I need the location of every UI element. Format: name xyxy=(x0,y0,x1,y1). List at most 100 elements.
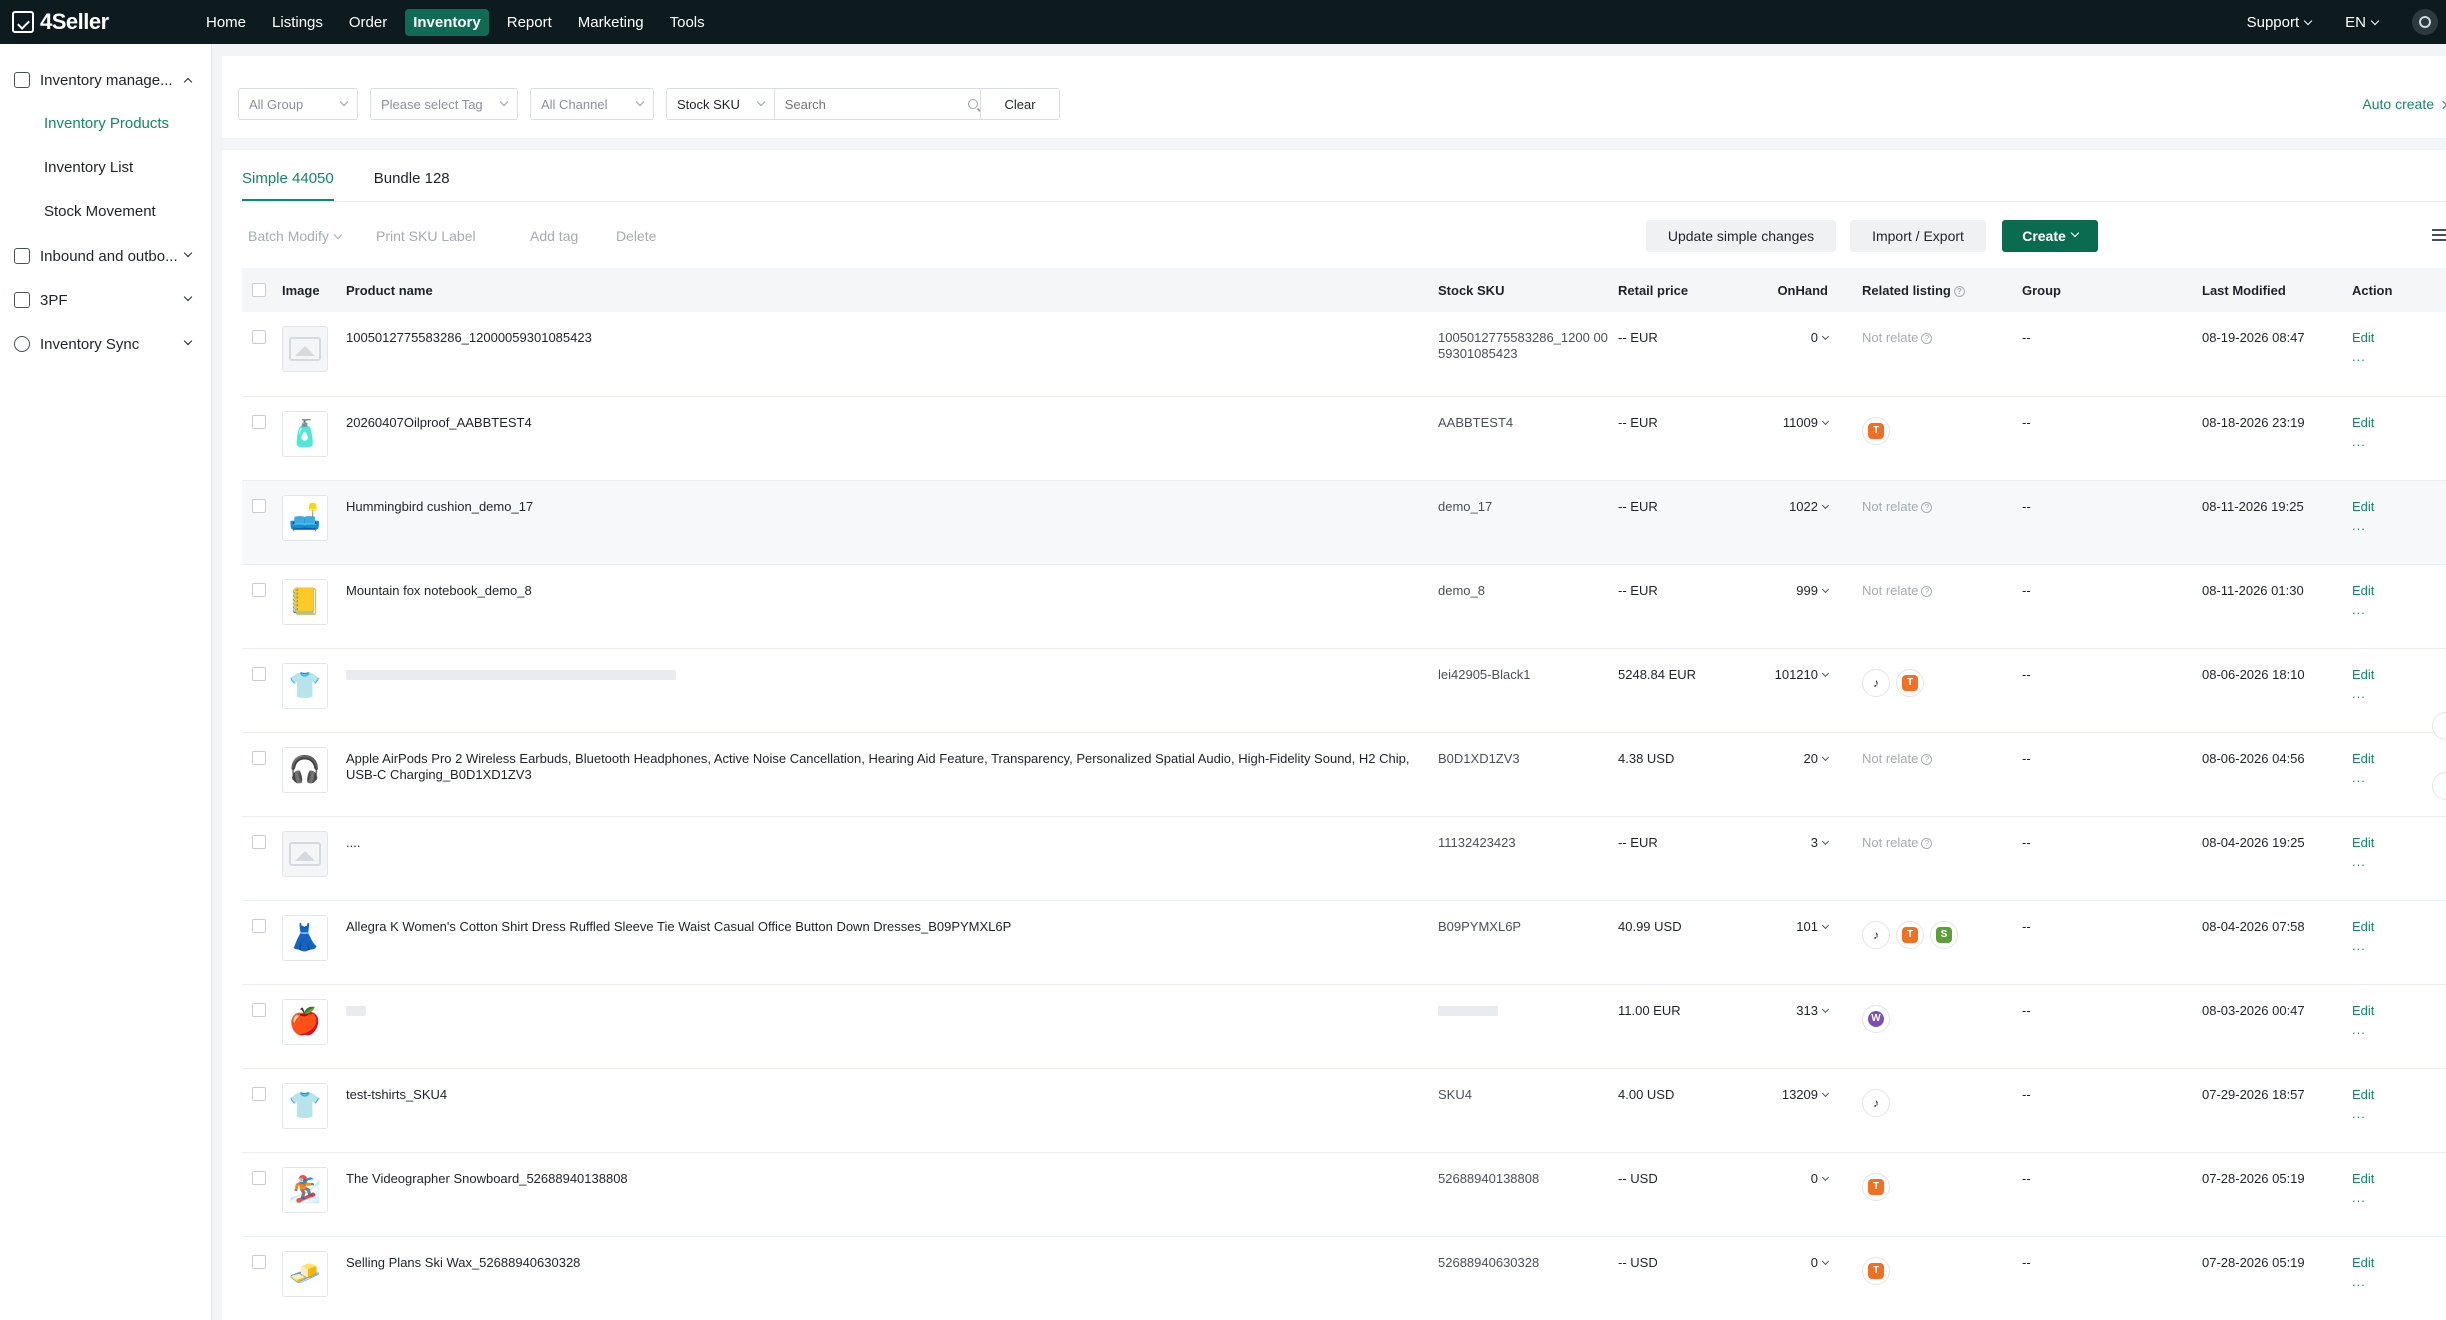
more-actions-button[interactable]: ... xyxy=(2352,518,2442,533)
more-actions-button[interactable]: ... xyxy=(2352,1190,2442,1205)
row-checkbox[interactable] xyxy=(252,666,266,681)
onhand-cell[interactable]: 101210 xyxy=(1750,648,1858,733)
row-checkbox[interactable] xyxy=(252,330,266,344)
channel-select[interactable]: All Channel xyxy=(530,88,654,120)
more-actions-button[interactable]: ... xyxy=(2352,686,2442,701)
product-name[interactable]: The Videographer Snowboard_5268894013880… xyxy=(346,1171,628,1186)
sidebar-group-inventory-management[interactable]: Inventory manage... xyxy=(0,58,211,102)
sidebar-group-inbound-outbound[interactable]: Inbound and outbo... xyxy=(0,234,211,278)
more-actions-button[interactable]: ... xyxy=(2352,854,2442,869)
app-logo[interactable]: 4Seller xyxy=(12,9,162,35)
tab-bundle[interactable]: Bundle 128 xyxy=(374,150,450,201)
edit-link[interactable]: Edit xyxy=(2352,919,2374,934)
product-name[interactable]: Apple AirPods Pro 2 Wireless Earbuds, Bl… xyxy=(346,751,1409,782)
stock-sku[interactable]: SKU4 xyxy=(1438,1087,1472,1102)
temu-channel-icon[interactable]: T xyxy=(1896,668,1924,697)
row-checkbox[interactable] xyxy=(252,1170,266,1185)
row-checkbox[interactable] xyxy=(252,750,266,765)
sidebar-item-inventory-list[interactable]: Inventory List xyxy=(0,146,211,190)
more-actions-button[interactable]: ... xyxy=(2352,1106,2442,1121)
settings-gear-icon[interactable] xyxy=(2412,9,2438,35)
sidebar-group-inventory-sync[interactable]: Inventory Sync xyxy=(0,322,211,366)
row-checkbox[interactable] xyxy=(252,582,266,597)
onhand-cell[interactable]: 0 xyxy=(1750,1236,1858,1320)
edit-link[interactable]: Edit xyxy=(2352,1087,2374,1102)
row-checkbox[interactable] xyxy=(252,834,266,849)
edit-link[interactable]: Edit xyxy=(2352,1003,2374,1018)
group-select[interactable]: All Group xyxy=(238,88,358,120)
table-row[interactable]: 👕 test-tshirts_SKU4 SKU4 4.00 USD 13209 … xyxy=(242,1068,2446,1153)
help-icon[interactable]: ? xyxy=(1921,753,1933,765)
select-all-checkbox[interactable] xyxy=(252,282,266,297)
batch-modify-button[interactable]: Batch Modify xyxy=(248,228,343,244)
more-actions-button[interactable]: ... xyxy=(2352,434,2442,449)
table-row[interactable]: 1005012775583286_12000059301085423 10050… xyxy=(242,312,2446,397)
support-menu[interactable]: Support xyxy=(2247,14,2313,31)
product-name[interactable]: Mountain fox notebook_demo_8 xyxy=(346,583,532,598)
woocommerce-channel-icon[interactable]: W xyxy=(1862,1004,1890,1033)
onhand-cell[interactable]: 11009 xyxy=(1750,396,1858,481)
nav-item-marketing[interactable]: Marketing xyxy=(570,9,652,36)
stock-sku[interactable]: 52688940138808 xyxy=(1438,1171,1539,1186)
product-name[interactable]: Selling Plans Ski Wax_52688940630328 xyxy=(346,1255,580,1270)
stock-sku[interactable]: AABBTEST4 xyxy=(1438,415,1513,430)
table-row[interactable]: 📒 Mountain fox notebook_demo_8 demo_8 --… xyxy=(242,564,2446,649)
stock-sku[interactable]: demo_17 xyxy=(1438,499,1492,514)
edit-link[interactable]: Edit xyxy=(2352,1171,2374,1186)
update-simple-changes-button[interactable]: Update simple changes xyxy=(1646,220,1836,252)
clear-button[interactable]: Clear xyxy=(980,88,1060,120)
more-actions-button[interactable]: ... xyxy=(2352,1022,2442,1037)
create-button[interactable]: Create xyxy=(2002,220,2098,252)
onhand-cell[interactable]: 0 xyxy=(1750,312,1858,397)
print-sku-label-button[interactable]: Print SKU Label xyxy=(376,228,476,244)
stock-sku[interactable]: 52688940630328 xyxy=(1438,1255,1539,1270)
stock-sku[interactable]: 1005012775583286_1200 0059301085423 xyxy=(1438,330,1608,361)
edit-link[interactable]: Edit xyxy=(2352,835,2374,850)
onhand-cell[interactable]: 999 xyxy=(1750,564,1858,649)
edit-link[interactable]: Edit xyxy=(2352,583,2374,598)
more-actions-button[interactable]: ... xyxy=(2352,1274,2442,1289)
product-name[interactable]: Hummingbird cushion_demo_17 xyxy=(346,499,533,514)
sidebar-item-stock-movement[interactable]: Stock Movement xyxy=(0,190,211,234)
nav-item-listings[interactable]: Listings xyxy=(264,9,331,36)
stock-sku[interactable]: B0D1XD1ZV3 xyxy=(1438,751,1520,766)
temu-channel-icon[interactable]: T xyxy=(1862,1172,1890,1201)
stock-sku[interactable]: B09PYMXL6P xyxy=(1438,919,1521,934)
help-icon[interactable]: ? xyxy=(1921,333,1933,344)
onhand-cell[interactable]: 1022 xyxy=(1750,480,1858,565)
add-tag-button[interactable]: Add tag xyxy=(530,228,578,244)
nav-item-tools[interactable]: Tools xyxy=(662,9,713,36)
onhand-cell[interactable]: 313 xyxy=(1750,984,1858,1069)
sidebar-group-3pf[interactable]: 3PF xyxy=(0,278,211,322)
product-name[interactable]: .... xyxy=(346,835,360,850)
table-row[interactable]: .... 11132423423 -- EUR 3 Not relate? --… xyxy=(242,816,2446,901)
edit-link[interactable]: Edit xyxy=(2352,499,2374,514)
product-name[interactable]: 1005012775583286_12000059301085423 xyxy=(346,330,592,345)
help-icon[interactable]: ? xyxy=(1921,501,1933,513)
import-export-button[interactable]: Import / Export xyxy=(1850,220,1986,252)
table-row[interactable]: 👗 Allegra K Women's Cotton Shirt Dress R… xyxy=(242,900,2446,985)
temu-channel-icon[interactable]: T xyxy=(1896,920,1924,949)
edit-link[interactable]: Edit xyxy=(2352,330,2374,345)
row-checkbox[interactable] xyxy=(252,414,266,429)
onhand-cell[interactable]: 3 xyxy=(1750,816,1858,901)
stock-sku[interactable]: demo_8 xyxy=(1438,583,1485,598)
onhand-cell[interactable]: 0 xyxy=(1750,1152,1858,1237)
table-row[interactable]: 🏂 The Videographer Snowboard_52688940138… xyxy=(242,1152,2446,1237)
tag-select[interactable]: Please select Tag xyxy=(370,88,518,120)
search-field-select[interactable]: Stock SKU xyxy=(667,89,775,119)
stock-sku[interactable]: 11132423423 xyxy=(1438,835,1516,850)
edit-link[interactable]: Edit xyxy=(2352,415,2374,430)
edit-link[interactable]: Edit xyxy=(2352,751,2374,766)
tab-simple[interactable]: Simple 44050 xyxy=(242,150,334,201)
more-actions-button[interactable]: ... xyxy=(2352,938,2442,953)
row-checkbox[interactable] xyxy=(252,918,266,933)
tiktok-channel-icon[interactable]: ♪ xyxy=(1862,1088,1890,1117)
product-name[interactable]: test-tshirts_SKU4 xyxy=(346,1087,447,1102)
nav-item-home[interactable]: Home xyxy=(198,9,254,36)
temu-channel-icon[interactable]: T xyxy=(1862,1256,1890,1285)
sidebar-item-inventory-products[interactable]: Inventory Products xyxy=(0,102,211,146)
more-actions-button[interactable]: ... xyxy=(2352,602,2442,617)
temu-channel-icon[interactable]: T xyxy=(1862,416,1890,445)
stock-sku[interactable]: lei42905-Black1 xyxy=(1438,667,1531,682)
